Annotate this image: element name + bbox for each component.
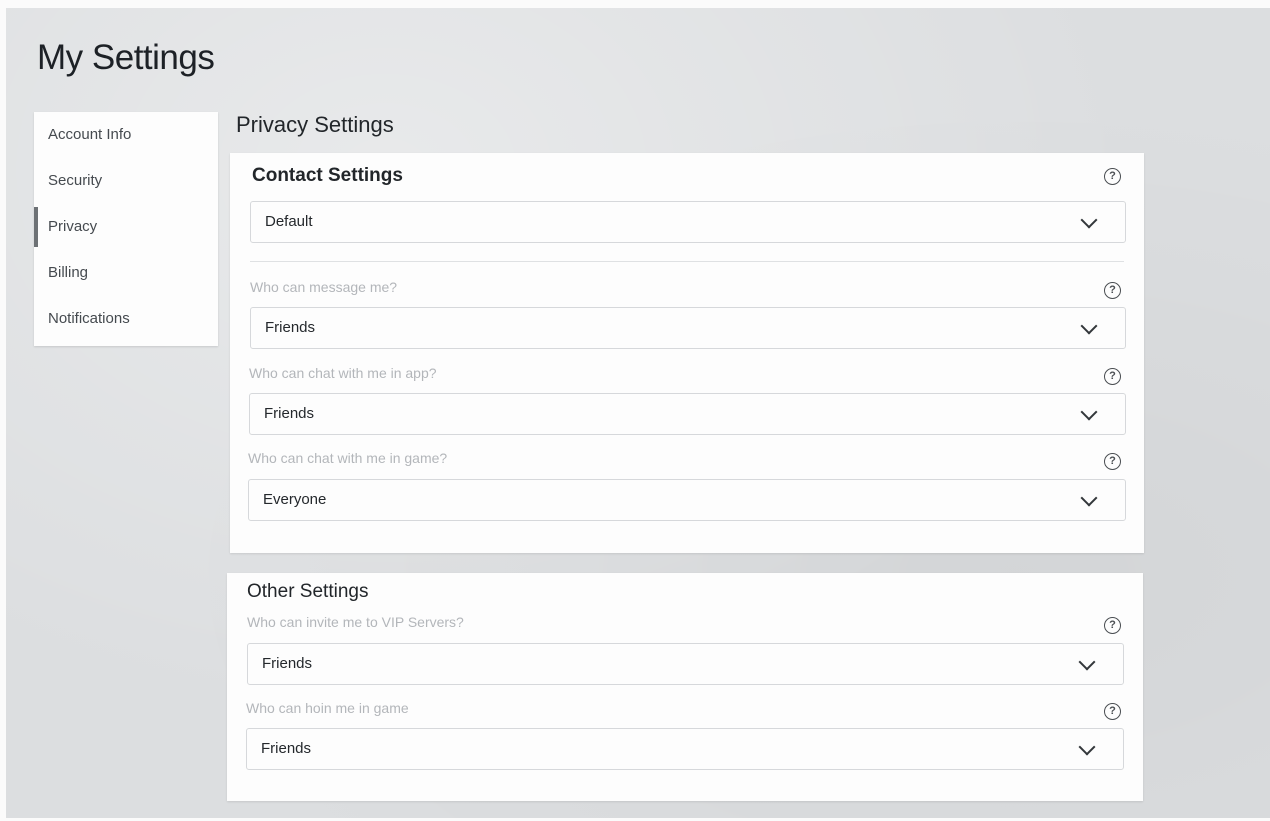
help-circle-icon[interactable]: ? [1104,168,1121,185]
chevron-down-icon [1080,211,1098,229]
sidebar-item-label: Security [48,172,103,189]
sidebar-item-label: Billing [48,264,89,281]
select-value: Friends [265,319,316,336]
select-value: Friends [262,655,313,672]
sidebar-item-notifications[interactable]: Notifications [34,296,218,342]
select-value: Friends [261,740,312,757]
select-value: Friends [264,405,315,422]
other-settings-heading: Other Settings [247,581,369,602]
help-circle-icon[interactable]: ? [1104,703,1121,720]
select-value: Everyone [263,491,327,508]
help-circle-icon[interactable]: ? [1104,282,1121,299]
field-label-join-game: Who can hoin me in game [246,700,409,716]
chevron-down-icon [1078,738,1096,756]
page-title: My Settings [37,38,215,77]
vip-invite-select[interactable]: Friends [247,643,1124,685]
sidebar-item-privacy[interactable]: Privacy [34,204,218,250]
sidebar-item-account-info[interactable]: Account Info [34,112,218,158]
settings-sidebar: Account Info Security Privacy Billing No… [34,112,218,346]
settings-page: My Settings Account Info Security Privac… [6,8,1270,818]
join-in-game-select[interactable]: Friends [246,728,1124,770]
divider [250,261,1124,262]
field-label-chat-app: Who can chat with me in app? [249,365,437,381]
help-circle-icon[interactable]: ? [1104,617,1121,634]
chevron-down-icon [1080,489,1098,507]
contact-settings-panel: Contact Settings ? Default Who can messa… [230,153,1144,553]
field-label-chat-game: Who can chat with me in game? [248,450,448,466]
chat-in-app-select[interactable]: Friends [249,393,1126,435]
chevron-down-icon [1078,653,1096,671]
sidebar-item-label: Privacy [48,218,98,235]
chevron-down-icon [1080,317,1098,335]
help-circle-icon[interactable]: ? [1104,453,1121,470]
chat-in-game-select[interactable]: Everyone [248,479,1126,521]
contact-preset-select[interactable]: Default [250,201,1126,243]
other-settings-panel: Other Settings Who can invite me to VIP … [227,573,1143,801]
sidebar-item-label: Notifications [48,310,130,327]
help-circle-icon[interactable]: ? [1104,368,1121,385]
sidebar-item-label: Account Info [48,126,132,143]
field-label-vip-invite: Who can invite me to VIP Servers? [247,614,464,630]
sidebar-item-security[interactable]: Security [34,158,218,204]
chevron-down-icon [1080,403,1098,421]
message-me-select[interactable]: Friends [250,307,1126,349]
field-label-message: Who can message me? [250,279,398,295]
privacy-settings-title: Privacy Settings [236,112,394,137]
contact-settings-heading: Contact Settings [252,165,403,186]
select-value: Default [265,213,313,230]
sidebar-item-billing[interactable]: Billing [34,250,218,296]
